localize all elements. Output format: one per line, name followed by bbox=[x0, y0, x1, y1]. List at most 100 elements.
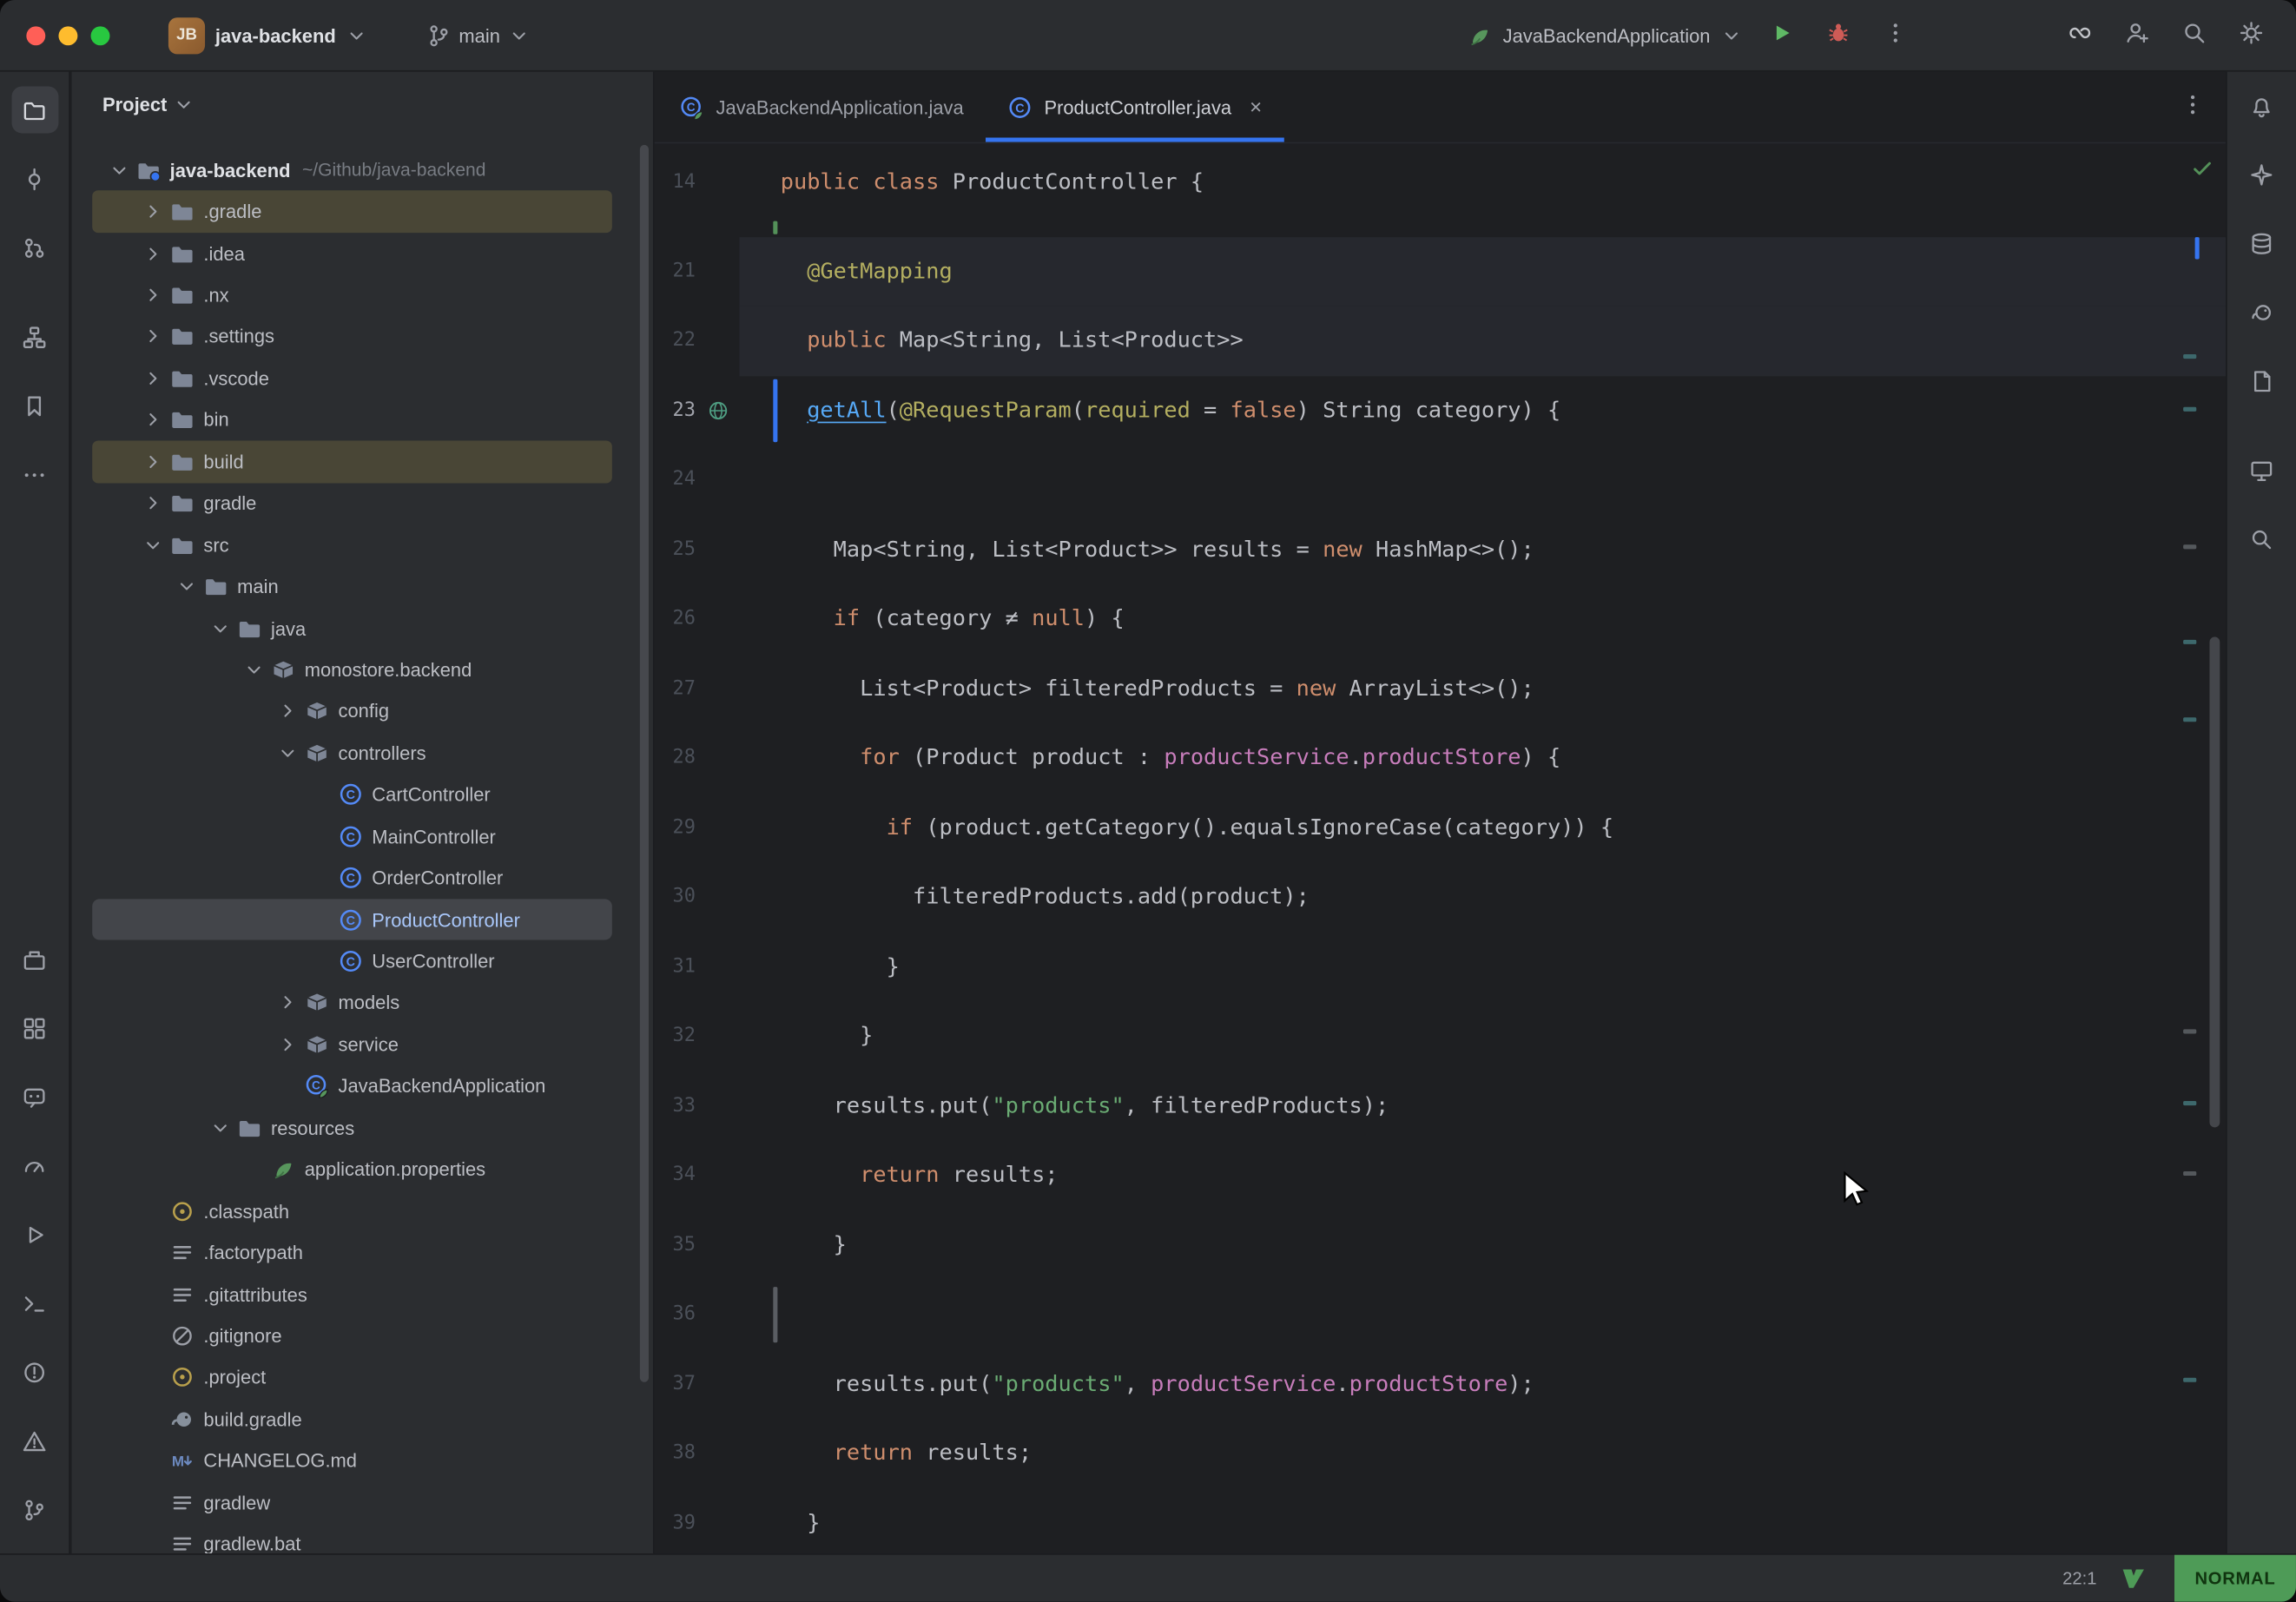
tree-item-.classpath[interactable]: .classpath bbox=[72, 1190, 653, 1232]
chevron-down-icon[interactable] bbox=[170, 576, 202, 597]
project-widget[interactable]: JB java-backend bbox=[160, 11, 377, 60]
gutter-icon-slot[interactable] bbox=[696, 584, 740, 654]
run-configuration-selector[interactable]: JavaBackendApplication bbox=[1468, 23, 1742, 48]
gutter-icon-slot[interactable] bbox=[696, 862, 740, 932]
tree-item-build[interactable]: build bbox=[92, 441, 612, 483]
database-icon[interactable] bbox=[2238, 220, 2285, 267]
close-tab-icon[interactable]: ✕ bbox=[1249, 97, 1263, 116]
code-line[interactable]: 37 results.put("products", productServic… bbox=[655, 1349, 2226, 1419]
code-line[interactable]: 38 return results; bbox=[655, 1419, 2226, 1488]
gutter-icon-slot[interactable] bbox=[696, 723, 740, 793]
gradle-icon[interactable] bbox=[2238, 288, 2285, 335]
tree-item-.settings[interactable]: .settings bbox=[72, 316, 653, 358]
folded-region-gap[interactable] bbox=[655, 217, 2226, 236]
chevron-right-icon[interactable] bbox=[271, 1033, 303, 1055]
commit-icon[interactable] bbox=[11, 155, 58, 202]
tree-item-.gitignore[interactable]: .gitignore bbox=[72, 1315, 653, 1357]
chevron-right-icon[interactable] bbox=[136, 326, 168, 347]
build-icon[interactable] bbox=[11, 935, 58, 982]
tree-item-JavaBackendApplication[interactable]: C JavaBackendApplication bbox=[72, 1065, 653, 1107]
tree-item-.factorypath[interactable]: .factorypath bbox=[72, 1232, 653, 1274]
chevron-right-icon[interactable] bbox=[271, 992, 303, 1013]
gutter-icon-slot[interactable] bbox=[696, 236, 740, 306]
tree-item-.nx[interactable]: .nx bbox=[72, 274, 653, 316]
tree-item-gradlew[interactable]: gradlew bbox=[72, 1481, 653, 1523]
gutter-icon-slot[interactable] bbox=[696, 1141, 740, 1210]
tree-item-CartController[interactable]: C CartController bbox=[72, 774, 653, 815]
code-line[interactable]: 31 } bbox=[655, 932, 2226, 1001]
maximize-window-button[interactable] bbox=[91, 26, 110, 45]
tree-item-resources[interactable]: resources bbox=[72, 1107, 653, 1149]
warnings-icon[interactable] bbox=[11, 1417, 58, 1464]
tree-item-.gradle[interactable]: .gradle bbox=[92, 191, 612, 233]
code-line[interactable]: 24 bbox=[655, 445, 2226, 515]
minimize-window-button[interactable] bbox=[58, 26, 77, 45]
device-preview-icon[interactable] bbox=[2238, 446, 2285, 493]
dependencies-icon[interactable] bbox=[11, 1005, 58, 1052]
tree-item-application.properties[interactable]: application.properties bbox=[72, 1149, 653, 1190]
code-line[interactable]: 27 List<Product> filteredProducts = new … bbox=[655, 654, 2226, 723]
problems-icon[interactable] bbox=[11, 1348, 58, 1395]
code-line[interactable]: 23 getAll(@RequestParam(required = false… bbox=[655, 376, 2226, 445]
code-line[interactable]: 36 bbox=[655, 1280, 2226, 1349]
chevron-down-icon[interactable] bbox=[271, 742, 303, 764]
gutter-icon-slot[interactable] bbox=[696, 1488, 740, 1555]
project-tree-scrollbar[interactable] bbox=[640, 145, 649, 1382]
code-line[interactable]: 14 public class ProductController { bbox=[655, 148, 2226, 217]
tab-JavaBackendApplication.java[interactable]: C JavaBackendApplication.java bbox=[657, 72, 986, 142]
code-line[interactable]: 30 filteredProducts.add(product); bbox=[655, 862, 2226, 932]
code-line[interactable]: 28 for (Product product : productService… bbox=[655, 723, 2226, 793]
chevron-right-icon[interactable] bbox=[136, 284, 168, 306]
notifications-icon[interactable] bbox=[2238, 82, 2285, 129]
tab-options-button[interactable] bbox=[2181, 72, 2206, 142]
gutter-icon-slot[interactable] bbox=[696, 1349, 740, 1419]
bookmarks-icon[interactable] bbox=[11, 382, 58, 429]
code-line[interactable]: 33 results.put("products", filteredProdu… bbox=[655, 1071, 2226, 1140]
tree-item-main[interactable]: main bbox=[72, 566, 653, 608]
gutter-icon-slot[interactable] bbox=[696, 1419, 740, 1488]
gutter-icon-slot[interactable] bbox=[696, 1071, 740, 1140]
code-line[interactable]: 34 return results; bbox=[655, 1141, 2226, 1210]
chevron-right-icon[interactable] bbox=[136, 367, 168, 389]
code-line[interactable]: 29 if (product.getCategory().equalsIgnor… bbox=[655, 793, 2226, 862]
tree-item-java[interactable]: java bbox=[72, 607, 653, 649]
editor-scrollbar[interactable] bbox=[2209, 636, 2220, 1127]
tree-item-service[interactable]: service bbox=[72, 1024, 653, 1065]
git-icon[interactable] bbox=[11, 1486, 58, 1533]
run-icon[interactable] bbox=[11, 1210, 58, 1257]
ai-chat-icon[interactable] bbox=[11, 1073, 58, 1120]
chevron-down-icon[interactable] bbox=[203, 1117, 235, 1138]
caret-position-widget[interactable]: 22:1 bbox=[2062, 1568, 2096, 1589]
chevron-right-icon[interactable] bbox=[136, 492, 168, 514]
chevron-right-icon[interactable] bbox=[271, 701, 303, 722]
tree-item-monostore.backend[interactable]: monostore.backend bbox=[72, 649, 653, 690]
tree-item-build.gradle[interactable]: build.gradle bbox=[72, 1399, 653, 1440]
tree-item-java-backend[interactable]: java-backend ~/Github/java-backend bbox=[72, 149, 653, 191]
chevron-down-icon[interactable] bbox=[102, 159, 135, 181]
close-window-button[interactable] bbox=[26, 26, 45, 45]
gutter-icon-slot[interactable] bbox=[696, 654, 740, 723]
inspections-ok-icon[interactable] bbox=[2191, 156, 2214, 184]
tab-ProductController.java[interactable]: C ProductController.java ✕ bbox=[986, 72, 1284, 142]
ai-assistant-button[interactable] bbox=[2060, 16, 2098, 55]
tree-item-bin[interactable]: bin bbox=[72, 399, 653, 441]
branch-widget[interactable]: main bbox=[418, 16, 538, 53]
gutter-icon-slot[interactable] bbox=[696, 515, 740, 584]
code-line[interactable]: 22 public Map<String, List<Product>> bbox=[655, 306, 2226, 375]
chevron-right-icon[interactable] bbox=[136, 201, 168, 222]
gutter-icon-slot[interactable] bbox=[696, 1280, 740, 1349]
code-line[interactable]: 25 Map<String, List<Product>> results = … bbox=[655, 515, 2226, 584]
tree-item-models[interactable]: models bbox=[72, 982, 653, 1024]
chevron-down-icon[interactable] bbox=[136, 534, 168, 556]
gutter-icon-slot[interactable] bbox=[696, 148, 740, 217]
find-icon[interactable] bbox=[2238, 516, 2285, 563]
code-line[interactable]: 39 } bbox=[655, 1488, 2226, 1555]
profiler-icon[interactable] bbox=[11, 1142, 58, 1189]
tree-item-src[interactable]: src bbox=[72, 524, 653, 566]
tree-item-.project[interactable]: .project bbox=[72, 1357, 653, 1399]
maven-icon[interactable] bbox=[2238, 357, 2285, 404]
code-line[interactable]: 32 } bbox=[655, 1001, 2226, 1071]
chevron-right-icon[interactable] bbox=[136, 409, 168, 431]
gutter-icon-slot[interactable] bbox=[696, 445, 740, 515]
debug-button[interactable] bbox=[1818, 16, 1857, 55]
